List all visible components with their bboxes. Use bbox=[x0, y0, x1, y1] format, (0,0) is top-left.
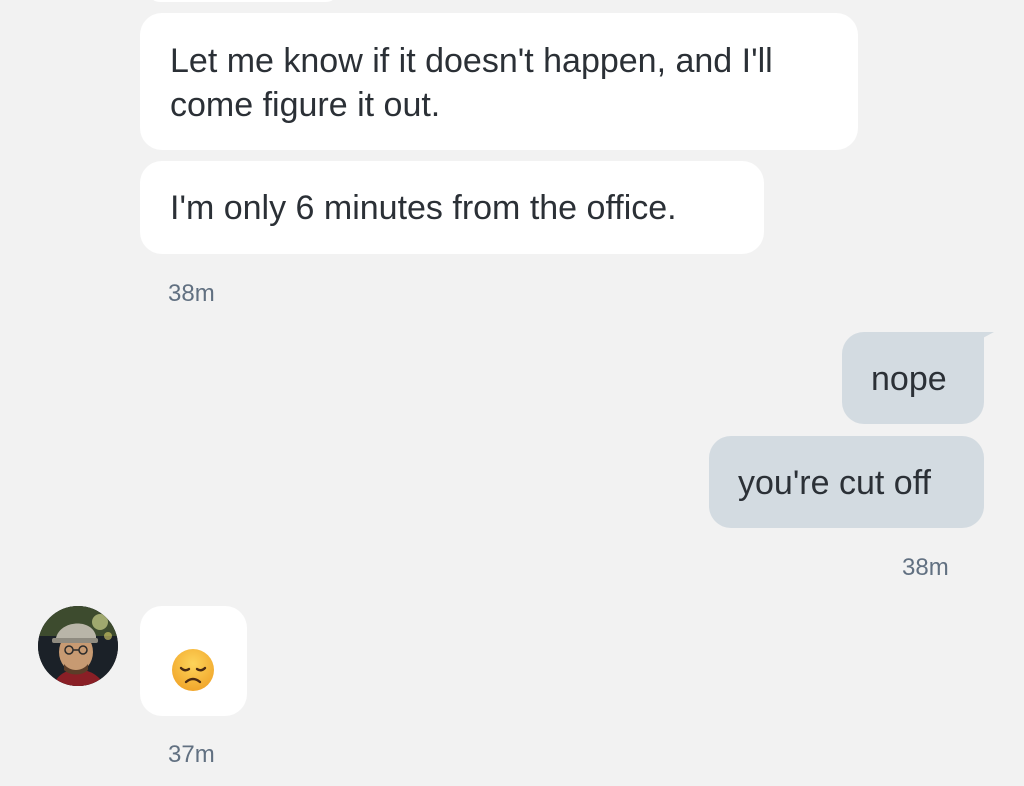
contact-avatar[interactable] bbox=[38, 606, 118, 686]
avatar-photo bbox=[38, 606, 118, 686]
message-timestamp: 37m bbox=[168, 741, 215, 768]
message-timestamp: 38m bbox=[168, 280, 215, 307]
message-timestamp: 38m bbox=[902, 554, 949, 581]
disappointed-face-icon bbox=[172, 649, 214, 691]
incoming-emoji-message-bubble[interactable] bbox=[140, 606, 247, 716]
outgoing-message-bubble[interactable]: nope bbox=[842, 332, 984, 424]
message-text: I'm only 6 minutes from the office. bbox=[170, 189, 677, 227]
message-text: nope bbox=[871, 360, 947, 398]
incoming-message-bubble[interactable]: I'm only 6 minutes from the office. bbox=[140, 161, 764, 254]
previous-message-bubble-edge bbox=[148, 0, 338, 2]
message-text: Let me know if it doesn't happen, and I'… bbox=[170, 42, 773, 124]
incoming-message-bubble[interactable]: Let me know if it doesn't happen, and I'… bbox=[140, 13, 858, 150]
message-text: you're cut off bbox=[738, 464, 931, 502]
outgoing-message-bubble[interactable]: you're cut off bbox=[709, 436, 984, 528]
